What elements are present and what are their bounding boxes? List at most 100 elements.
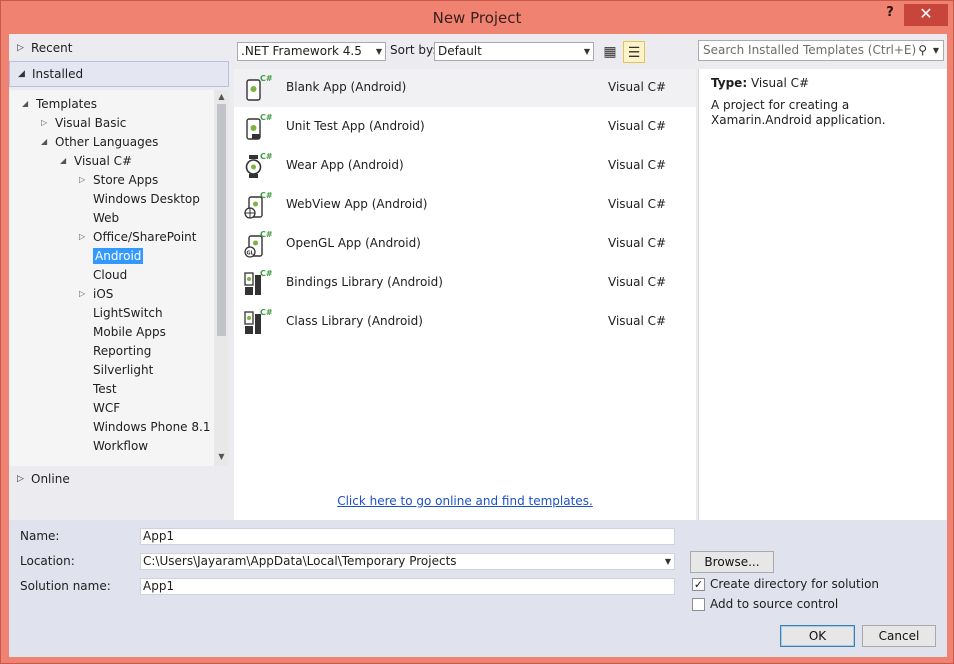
name-field[interactable]: App1 bbox=[140, 528, 675, 545]
window-title: New Project bbox=[432, 9, 522, 27]
tree-node-web[interactable]: Web bbox=[93, 209, 119, 227]
type-label: Type: bbox=[711, 76, 748, 90]
android-wear-icon: C# bbox=[245, 152, 273, 178]
sort-dropdown[interactable]: Default ▼ bbox=[434, 42, 594, 61]
collapse-triangle-icon[interactable]: ◢ bbox=[18, 62, 25, 86]
template-name: Class Library (Android) bbox=[286, 314, 423, 328]
template-row-wear-app[interactable]: C# Wear App (Android) Visual C# bbox=[234, 147, 696, 185]
tree-node-silverlight[interactable]: Silverlight bbox=[93, 361, 153, 379]
tree-node-test[interactable]: Test bbox=[93, 380, 117, 398]
source-control-checkbox[interactable] bbox=[692, 598, 705, 611]
template-language: Visual C# bbox=[608, 158, 667, 172]
tree-scrollbar[interactable]: ▲ ▼ bbox=[214, 90, 229, 466]
ok-button[interactable]: OK bbox=[780, 625, 855, 647]
project-form: Name: App1 Location: C:\Users\Jayaram\Ap… bbox=[9, 520, 947, 657]
solution-name-field[interactable]: App1 bbox=[140, 578, 675, 595]
expand-triangle-icon[interactable]: ▷ bbox=[17, 467, 24, 491]
scrollbar-thumb[interactable] bbox=[217, 104, 226, 336]
tree-node-lightswitch[interactable]: LightSwitch bbox=[93, 304, 163, 322]
expand-triangle-icon[interactable]: ▷ bbox=[79, 171, 85, 189]
new-project-dialog: New Project ? ✕ ▷ Recent ◢ Installed ◢ T… bbox=[0, 0, 954, 664]
online-templates-link[interactable]: Click here to go online and find templat… bbox=[234, 494, 696, 508]
search-templates-input[interactable]: Search Installed Templates (Ctrl+E) ⚲ ▼ bbox=[698, 40, 944, 61]
tree-node-windows-phone[interactable]: Windows Phone 8.1 bbox=[93, 418, 210, 436]
nav-installed[interactable]: ◢ Installed bbox=[9, 61, 229, 87]
help-button[interactable]: ? bbox=[881, 5, 899, 25]
template-language: Visual C# bbox=[608, 236, 667, 250]
android-unit-test-icon: C# bbox=[246, 113, 273, 140]
template-row-opengl-app[interactable]: GL C# OpenGL App (Android) Visual C# bbox=[234, 225, 696, 263]
sort-by-label: Sort by: bbox=[390, 43, 437, 57]
expand-triangle-icon[interactable]: ▷ bbox=[79, 228, 85, 246]
collapse-triangle-icon[interactable]: ◢ bbox=[41, 133, 47, 151]
svg-text:C#: C# bbox=[260, 308, 273, 317]
cancel-button[interactable]: Cancel bbox=[862, 625, 936, 647]
tree-node-store-apps[interactable]: ▷ Store Apps bbox=[79, 171, 158, 189]
expand-triangle-icon[interactable]: ▷ bbox=[17, 36, 24, 60]
templates-list: C# Blank App (Android) Visual C# C# Unit… bbox=[234, 69, 696, 520]
svg-text:GL: GL bbox=[247, 251, 255, 257]
nav-online-label: Online bbox=[31, 472, 70, 486]
template-row-bindings-library[interactable]: C# Bindings Library (Android) Visual C# bbox=[234, 264, 696, 302]
collapse-triangle-icon[interactable]: ◢ bbox=[22, 95, 28, 113]
create-directory-label: Create directory for solution bbox=[710, 577, 880, 591]
tree-node-office-sharepoint[interactable]: ▷ Office/SharePoint bbox=[79, 228, 197, 246]
name-label: Name: bbox=[20, 529, 60, 543]
tree-node-wcf[interactable]: WCF bbox=[93, 399, 120, 417]
template-name: Wear App (Android) bbox=[286, 158, 404, 172]
chevron-down-icon[interactable]: ▼ bbox=[665, 554, 671, 569]
tree-node-templates[interactable]: ◢ Templates bbox=[22, 95, 97, 113]
close-button[interactable]: ✕ bbox=[904, 4, 948, 26]
browse-button[interactable]: Browse... bbox=[690, 551, 774, 573]
tree-node-mobile-apps[interactable]: Mobile Apps bbox=[93, 323, 166, 341]
tree-node-other-languages[interactable]: ◢ Other Languages bbox=[41, 133, 158, 151]
nav-online[interactable]: ▷ Online bbox=[9, 467, 229, 491]
tree-node-workflow[interactable]: Workflow bbox=[93, 437, 148, 455]
svg-text:C#: C# bbox=[260, 152, 273, 161]
location-label: Location: bbox=[20, 554, 75, 568]
tree-node-cloud[interactable]: Cloud bbox=[93, 266, 127, 284]
svg-text:C#: C# bbox=[260, 269, 273, 278]
tree-node-android[interactable]: Android bbox=[93, 247, 144, 265]
create-directory-checkbox[interactable]: ✓ bbox=[692, 578, 705, 591]
title-bar[interactable]: New Project ? ✕ bbox=[1, 1, 953, 35]
template-row-blank-app[interactable]: C# Blank App (Android) Visual C# bbox=[234, 69, 696, 107]
android-bindings-library-icon: C# bbox=[244, 269, 273, 295]
expand-triangle-icon[interactable]: ▷ bbox=[41, 114, 47, 132]
location-combobox[interactable]: C:\Users\Jayaram\AppData\Local\Temporary… bbox=[140, 553, 675, 570]
scroll-up-icon[interactable]: ▲ bbox=[217, 92, 226, 101]
android-opengl-icon: GL C# bbox=[244, 230, 273, 258]
tree-node-windows-desktop[interactable]: Windows Desktop bbox=[93, 190, 200, 208]
search-icon[interactable]: ⚲ bbox=[918, 41, 927, 60]
chevron-down-icon[interactable]: ▼ bbox=[933, 41, 939, 60]
tree-node-reporting[interactable]: Reporting bbox=[93, 342, 151, 360]
small-icons-view-button[interactable]: ▦ bbox=[599, 41, 621, 63]
android-class-library-icon: C# bbox=[244, 308, 273, 334]
template-row-class-library[interactable]: C# Class Library (Android) Visual C# bbox=[234, 303, 696, 341]
template-tree: ◢ Templates ▷ Visual Basic ◢ Other Langu… bbox=[9, 90, 229, 466]
dialog-body: ▷ Recent ◢ Installed ◢ Templates ▷ Visua… bbox=[9, 34, 947, 657]
tree-node-ios[interactable]: ▷ iOS bbox=[79, 285, 113, 303]
template-description: A project for creating a Xamarin.Android… bbox=[711, 98, 886, 127]
template-row-webview-app[interactable]: C# WebView App (Android) Visual C# bbox=[234, 186, 696, 224]
svg-text:C#: C# bbox=[260, 74, 273, 83]
template-language: Visual C# bbox=[608, 275, 667, 289]
solution-name-label: Solution name: bbox=[20, 579, 111, 593]
source-control-label: Add to source control bbox=[710, 597, 839, 611]
collapse-triangle-icon[interactable]: ◢ bbox=[60, 152, 66, 170]
template-row-unit-test-app[interactable]: C# Unit Test App (Android) Visual C# bbox=[234, 108, 696, 146]
tree-node-visual-csharp[interactable]: ◢ Visual C# bbox=[60, 152, 132, 170]
framework-dropdown[interactable]: .NET Framework 4.5 ▼ bbox=[237, 42, 386, 61]
svg-text:C#: C# bbox=[260, 230, 273, 239]
list-view-button[interactable]: ☰ bbox=[623, 41, 645, 63]
expand-triangle-icon[interactable]: ▷ bbox=[79, 285, 85, 303]
chevron-down-icon: ▼ bbox=[375, 47, 382, 56]
template-language: Visual C# bbox=[608, 197, 667, 211]
nav-installed-label: Installed bbox=[32, 67, 84, 81]
template-name: Blank App (Android) bbox=[286, 80, 407, 94]
nav-recent[interactable]: ▷ Recent bbox=[9, 36, 229, 60]
tree-node-visual-basic[interactable]: ▷ Visual Basic bbox=[41, 114, 126, 132]
grid-view-icon: ▦ bbox=[603, 44, 617, 60]
scroll-down-icon[interactable]: ▼ bbox=[217, 452, 226, 461]
list-view-icon: ☰ bbox=[627, 45, 641, 61]
